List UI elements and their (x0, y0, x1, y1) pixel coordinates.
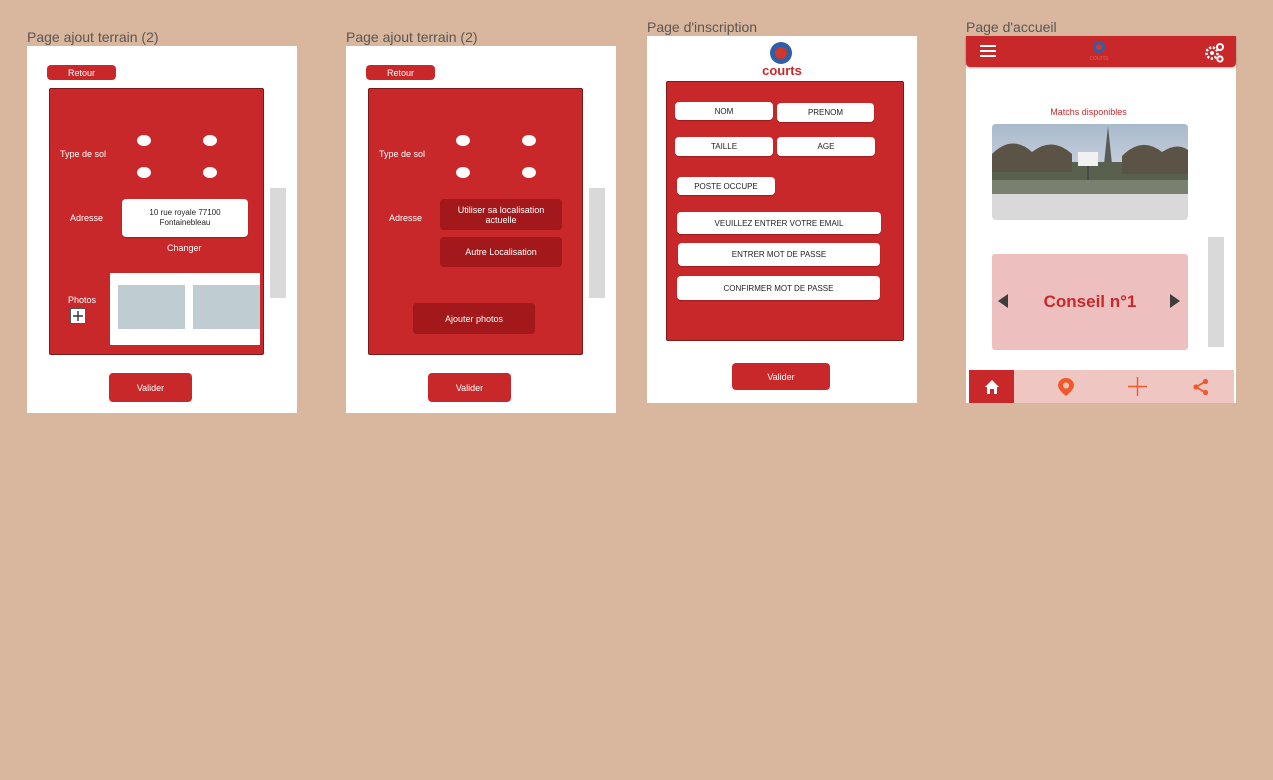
bottom-nav-bar (969, 370, 1234, 403)
age-field[interactable]: AGE (777, 137, 875, 156)
back-button[interactable]: Retour (47, 65, 116, 80)
soil-option-radio[interactable] (137, 167, 151, 178)
address-value: 10 rue royale 77100 Fontainebleau (122, 199, 248, 237)
add-photos-button[interactable]: Ajouter photos (413, 303, 535, 334)
tip-title: Conseil n°1 (1043, 292, 1137, 311)
frame-title-home: Page d'accueil (966, 19, 1057, 35)
photos-label: Photos (68, 295, 97, 305)
soil-option-radio[interactable] (203, 167, 217, 178)
add-photo-plus-icon[interactable] (70, 308, 86, 324)
soil-type-label: Type de sol (60, 149, 107, 159)
first-name-field[interactable]: PRENOM (777, 103, 874, 122)
scrollbar[interactable] (589, 188, 605, 298)
change-address-link[interactable]: Changer (167, 243, 202, 253)
soil-option-radio[interactable] (456, 135, 470, 146)
soil-type-label: Type de sol (379, 149, 426, 159)
location-pin-icon[interactable] (1057, 377, 1075, 397)
plus-icon[interactable] (1127, 376, 1148, 397)
frame-title-add-court-2: Page ajout terrain (2) (346, 29, 478, 45)
height-field[interactable]: TAILLE (675, 137, 773, 156)
logo-text: courts (762, 63, 802, 78)
photo-placeholder (193, 285, 260, 329)
password-field[interactable]: ENTRER MOT DE PASSE (678, 243, 880, 266)
basketball-logo-icon (1092, 40, 1106, 54)
soil-option-radio[interactable] (203, 135, 217, 146)
position-field[interactable]: POSTE OCCUPE (677, 177, 775, 195)
next-arrow-icon[interactable] (1168, 293, 1182, 309)
frame-title-signup: Page d'inscription (647, 19, 758, 35)
soil-option-radio[interactable] (522, 167, 536, 178)
signup-form-panel: NOM PRENOM TAILLE AGE POSTE OCCUPE VEUIL… (666, 81, 904, 341)
settings-gears-icon[interactable] (1203, 42, 1225, 64)
submit-button[interactable]: Valider (109, 373, 192, 402)
match-card[interactable] (992, 124, 1188, 220)
court-photo (992, 124, 1188, 194)
photo-placeholder (118, 285, 185, 329)
submit-button[interactable]: Valider (732, 363, 830, 390)
top-app-bar: courts (966, 36, 1236, 67)
other-location-button[interactable]: Autre Localisation (440, 237, 562, 267)
frame-signup: courts NOM PRENOM TAILLE AGE POSTE OCCUP… (647, 36, 917, 403)
share-icon[interactable] (1192, 378, 1210, 396)
submit-button[interactable]: Valider (428, 373, 511, 402)
last-name-field[interactable]: NOM (675, 102, 773, 120)
address-label: Adresse (70, 213, 104, 223)
home-icon (984, 379, 999, 394)
court-form-panel: Type de sol Adresse Utiliser sa localisa… (368, 88, 583, 355)
soil-option-radio[interactable] (522, 135, 536, 146)
back-button[interactable]: Retour (366, 65, 435, 80)
photo-gallery (110, 273, 260, 345)
confirm-password-field[interactable]: CONFIRMER MOT DE PASSE (677, 276, 880, 300)
frame-title-add-court-1: Page ajout terrain (2) (27, 29, 159, 45)
available-matches-heading: Matchs disponibles (1050, 107, 1127, 117)
logo-text: courts (1089, 55, 1109, 62)
address-label: Adresse (389, 213, 423, 223)
menu-icon[interactable] (979, 43, 997, 59)
nav-home-button[interactable] (969, 370, 1014, 403)
soil-option-radio[interactable] (456, 167, 470, 178)
frame-home: courts Matchs disponibles Conseil n°1 (966, 36, 1236, 403)
email-field[interactable]: VEUILLEZ ENTRER VOTRE EMAIL (677, 212, 881, 234)
court-form-panel: Type de sol Adresse 10 rue royale 77100 … (49, 88, 264, 355)
use-current-location-button[interactable]: Utiliser sa localisation actuelle (440, 199, 562, 230)
scrollbar[interactable] (1208, 237, 1224, 347)
frame-add-court-1: Retour Type de sol Adresse 10 rue royale… (27, 46, 297, 413)
tip-card: Conseil n°1 (992, 254, 1188, 350)
frame-add-court-2: Retour Type de sol Adresse Utiliser sa l… (346, 46, 616, 413)
scrollbar[interactable] (270, 188, 286, 298)
soil-option-radio[interactable] (137, 135, 151, 146)
